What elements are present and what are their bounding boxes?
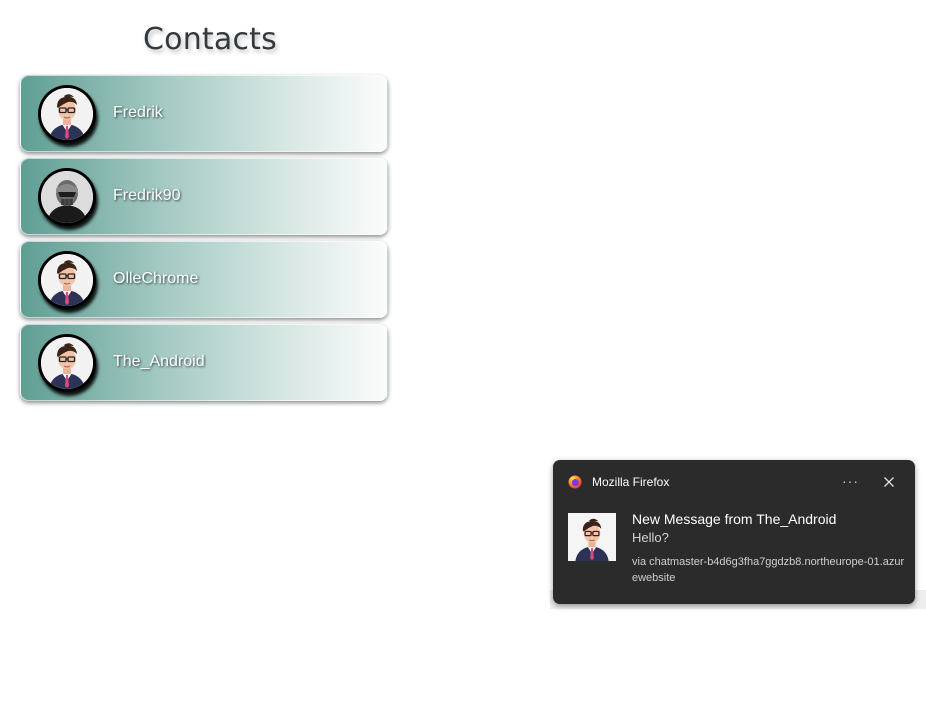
avatar bbox=[38, 168, 96, 226]
businessman-avatar-icon bbox=[41, 254, 93, 306]
notification-body: Hello? bbox=[632, 530, 669, 545]
contact-name: OlleChrome bbox=[113, 270, 199, 287]
contact-name: Fredrik bbox=[113, 104, 163, 121]
avatar bbox=[38, 85, 96, 143]
businessman-avatar-icon bbox=[41, 337, 93, 389]
businessman-avatar-icon bbox=[41, 88, 93, 140]
businessman-avatar-icon bbox=[568, 513, 616, 561]
contact-name: The_Android bbox=[113, 353, 205, 370]
notification-toast[interactable]: Mozilla Firefox ··· New Message from The… bbox=[553, 460, 915, 604]
page-title: Contacts bbox=[143, 22, 277, 57]
contact-list: Fredrik Fredrik90 OlleChrome The_Android bbox=[20, 75, 388, 407]
notification-title: New Message from The_Android bbox=[632, 511, 837, 527]
notification-header: Mozilla Firefox bbox=[568, 474, 669, 490]
close-icon[interactable] bbox=[882, 475, 896, 489]
notification-app-name: Mozilla Firefox bbox=[592, 475, 670, 489]
contact-item[interactable]: The_Android bbox=[20, 324, 388, 401]
avatar bbox=[38, 251, 96, 309]
firefox-icon bbox=[568, 475, 582, 489]
contact-item[interactable]: OlleChrome bbox=[20, 241, 388, 318]
avatar bbox=[38, 334, 96, 392]
page: Contacts Fredrik Fredrik90 OlleChrome Th… bbox=[0, 0, 926, 710]
contact-name: Fredrik90 bbox=[113, 187, 181, 204]
notification-avatar bbox=[568, 513, 616, 561]
masked-villain-avatar-icon bbox=[41, 171, 93, 223]
more-options-button[interactable]: ··· bbox=[842, 473, 859, 489]
contact-item[interactable]: Fredrik90 bbox=[20, 158, 388, 235]
contact-item[interactable]: Fredrik bbox=[20, 75, 388, 152]
notification-source: via chatmaster-b4d6g3fha7ggdzb8.northeur… bbox=[632, 556, 905, 584]
